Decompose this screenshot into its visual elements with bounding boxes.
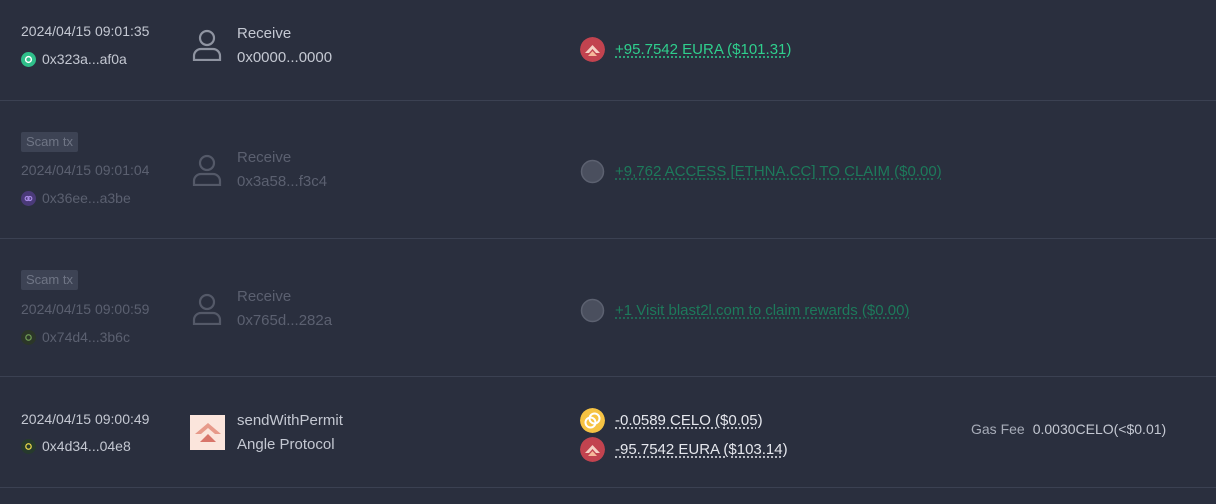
chain-icon: [21, 329, 36, 345]
token-amount: +1 Visit blast2l.com to claim rewards ($…: [615, 302, 910, 319]
address-text: 0x36ee...a3be: [42, 190, 131, 206]
chain-icon: [21, 51, 36, 67]
transaction-row[interactable]: Scam tx 2024/04/15 09:00:59 0x74d4...3b6…: [0, 239, 1216, 377]
eura-token-icon: [580, 437, 605, 462]
eura-token-icon: [580, 37, 605, 62]
token-change[interactable]: -95.7542 EURA ($103.14): [580, 437, 788, 462]
address-text: 0x74d4...3b6c: [42, 329, 130, 345]
transaction-row[interactable]: 2024/04/15 09:00:49 0x4d34...04e8 sendWi…: [0, 377, 1216, 488]
token-amount: -95.7542 EURA ($103.14): [615, 441, 788, 458]
chain-icon: [21, 190, 36, 206]
unknown-token-icon: [580, 298, 605, 323]
address-text: 0x4d34...04e8: [42, 438, 131, 454]
user-icon: [190, 152, 224, 187]
gas-fee-value: 0.0030CELO(<$0.01): [1032, 421, 1167, 437]
tx-time: 2024/04/15 09:00:49: [21, 411, 150, 427]
address-text: 0x323a...af0a: [42, 51, 127, 67]
user-icon: [190, 291, 224, 326]
tx-counterparty[interactable]: 0x765d...282a: [237, 312, 332, 329]
scam-badge: Scam tx: [21, 132, 78, 152]
angle-protocol-logo: [190, 415, 225, 450]
token-change[interactable]: -0.0589 CELO ($0.05): [580, 408, 763, 433]
chain-icon: [21, 438, 36, 454]
tx-address[interactable]: 0x36ee...a3be: [21, 190, 131, 206]
token-amount: +95.7542 EURA ($101.31): [615, 41, 792, 58]
tx-time: 2024/04/15 09:01:04: [21, 162, 150, 178]
tx-time: 2024/04/15 09:00:59: [21, 301, 150, 317]
user-icon: [190, 27, 224, 62]
scam-badge: Scam tx: [21, 270, 78, 290]
tx-address[interactable]: 0x323a...af0a: [21, 51, 127, 67]
token-amount: +9,762 ACCESS [ETHNA.CC] TO CLAIM ($0.00…: [615, 163, 942, 180]
celo-token-icon: [580, 408, 605, 433]
tx-address[interactable]: 0x4d34...04e8: [21, 438, 131, 454]
tx-counterparty[interactable]: Angle Protocol: [237, 436, 335, 453]
transaction-row[interactable]: 2024/04/15 09:01:35 0x323a...af0a Receiv…: [0, 0, 1216, 101]
transaction-list: 2024/04/15 09:01:35 0x323a...af0a Receiv…: [0, 0, 1216, 504]
token-change[interactable]: +1 Visit blast2l.com to claim rewards ($…: [580, 298, 909, 323]
tx-time: 2024/04/15 09:01:35: [21, 23, 150, 39]
tx-counterparty[interactable]: 0x0000...0000: [237, 49, 332, 66]
tx-operation: Receive: [237, 149, 292, 166]
unknown-token-icon: [580, 159, 605, 184]
tx-operation: Receive: [237, 288, 292, 305]
tx-operation: sendWithPermit: [237, 412, 343, 429]
gas-fee-label: Gas Fee: [971, 421, 1025, 437]
transaction-row[interactable]: Scam tx 2024/04/15 09:01:04 0x36ee...a3b…: [0, 101, 1216, 239]
token-change[interactable]: +95.7542 EURA ($101.31): [580, 37, 791, 62]
tx-counterparty[interactable]: 0x3a58...f3c4: [237, 173, 327, 190]
token-change[interactable]: +9,762 ACCESS [ETHNA.CC] TO CLAIM ($0.00…: [580, 159, 942, 184]
token-amount: -0.0589 CELO ($0.05): [615, 412, 763, 429]
tx-operation: Receive: [237, 25, 292, 42]
tx-address[interactable]: 0x74d4...3b6c: [21, 329, 130, 345]
gas-fee: Gas Fee 0.0030CELO(<$0.01): [971, 421, 1166, 437]
